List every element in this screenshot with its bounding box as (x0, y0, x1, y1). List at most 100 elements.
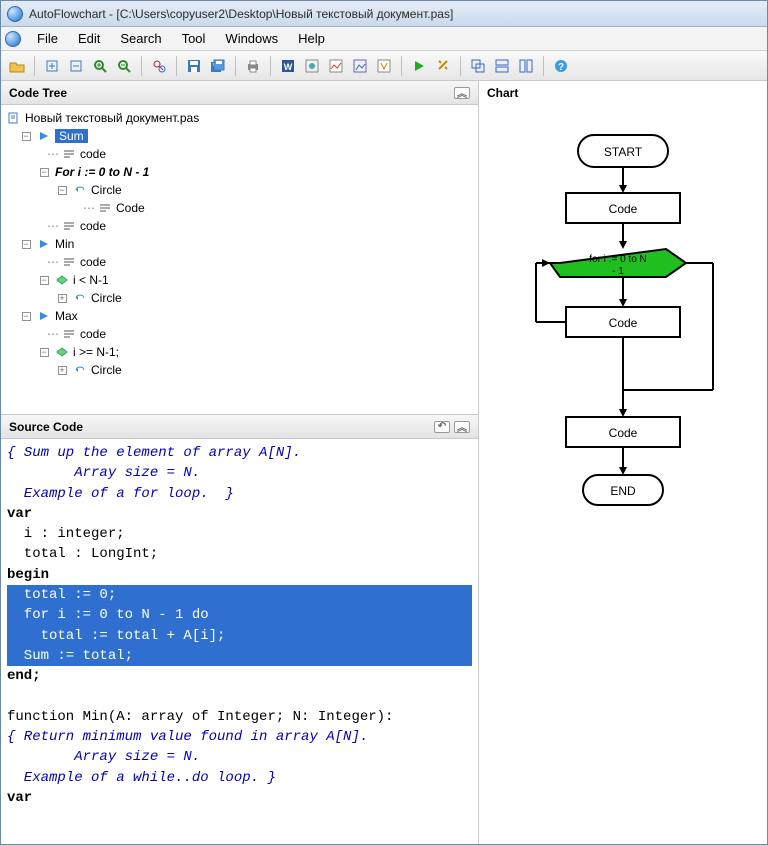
tree-code-label: code (80, 219, 106, 233)
tree-node-circle[interactable]: + Circle (7, 361, 474, 379)
codetree-title: Code Tree (9, 86, 67, 100)
export-image-button[interactable] (326, 56, 346, 76)
svg-text:W: W (284, 62, 293, 72)
condition-icon (55, 273, 69, 287)
flowchart-canvas[interactable]: START Code for i := 0 to N - 1 (479, 105, 767, 844)
open-button[interactable] (7, 56, 27, 76)
tree-circle-label: Circle (91, 183, 122, 197)
src-line: Array size = N. (7, 749, 200, 765)
expand-icon[interactable]: − (22, 132, 31, 141)
run-button[interactable] (409, 56, 429, 76)
menu-help[interactable]: Help (288, 29, 335, 48)
tree-node-circle[interactable]: + Circle (7, 289, 474, 307)
arrow-icon (37, 309, 51, 323)
menu-file[interactable]: File (27, 29, 68, 48)
collapse-icon[interactable]: ︽ (454, 421, 470, 433)
src-line: { Return minimum value found in array A[… (7, 729, 368, 745)
zoom-out-button[interactable] (114, 56, 134, 76)
src-line: function Min(A: array of Integer; N: Int… (7, 709, 393, 725)
menu-edit[interactable]: Edit (68, 29, 110, 48)
menu-search[interactable]: Search (110, 29, 171, 48)
window-title: AutoFlowchart - [C:\Users\copyuser2\Desk… (29, 7, 453, 21)
layout-tile-h-button[interactable] (492, 56, 512, 76)
save-button[interactable] (184, 56, 204, 76)
separator (235, 56, 236, 76)
find-button[interactable] (149, 56, 169, 76)
expand-icon[interactable]: − (58, 186, 67, 195)
source-panel: Source Code ↶ ︽ { Sum up the element of … (1, 415, 478, 844)
separator (460, 56, 461, 76)
settings-button[interactable] (433, 56, 453, 76)
tree-cond-min-label: i < N-1 (73, 273, 109, 287)
tree-connector: ⋯ (47, 147, 58, 161)
menu-tool[interactable]: Tool (172, 29, 216, 48)
help-button[interactable]: ? (551, 56, 571, 76)
src-line-selected: total := 0; (7, 585, 472, 605)
tree-node-cond-max[interactable]: − i >= N-1; (7, 343, 474, 361)
expand-icon[interactable]: − (40, 276, 49, 285)
src-line: i : integer; (7, 526, 125, 542)
zoom-in-button[interactable] (90, 56, 110, 76)
expand-button[interactable] (42, 56, 62, 76)
main-area: Code Tree ︽ Новый текстовый документ.pas… (1, 81, 767, 844)
chart-title: Chart (487, 86, 518, 100)
chart-code-label: Code (609, 316, 638, 330)
tree-node-max[interactable]: − Max (7, 307, 474, 325)
arrow-icon (37, 129, 51, 143)
menu-windows[interactable]: Windows (215, 29, 288, 48)
source-title: Source Code (9, 420, 83, 434)
src-line: total : LongInt; (7, 546, 158, 562)
tree-node-sum[interactable]: − Sum (7, 127, 474, 145)
chart-header: Chart (479, 81, 767, 105)
collapse-icon[interactable]: + (58, 294, 67, 303)
code-icon (62, 219, 76, 233)
tree-node-code[interactable]: ⋯ code (7, 325, 474, 343)
separator (543, 56, 544, 76)
collapse-button[interactable] (66, 56, 86, 76)
collapse-icon[interactable]: + (58, 366, 67, 375)
save-all-button[interactable] (208, 56, 228, 76)
expand-icon[interactable]: − (22, 240, 31, 249)
separator (270, 56, 271, 76)
export-bmp-button[interactable] (350, 56, 370, 76)
export-svg-button[interactable] (302, 56, 322, 76)
tree-node-min[interactable]: − Min (7, 235, 474, 253)
expand-icon[interactable]: − (40, 168, 49, 177)
tree-root[interactable]: Новый текстовый документ.pas (7, 109, 474, 127)
tree-node-code[interactable]: ⋯ code (7, 217, 474, 235)
expand-icon[interactable]: − (22, 312, 31, 321)
tree-node-for[interactable]: − For i := 0 to N - 1 (7, 163, 474, 181)
titlebar: AutoFlowchart - [C:\Users\copyuser2\Desk… (1, 1, 767, 27)
tree-node-cond-min[interactable]: − i < N-1 (7, 271, 474, 289)
loop-icon (73, 291, 87, 305)
document-icon (7, 111, 21, 125)
tree-code-label: Code (116, 201, 145, 215)
undo-icon[interactable]: ↶ (434, 421, 450, 433)
code-icon (62, 255, 76, 269)
tree-sum-label: Sum (55, 129, 88, 143)
tree-node-circle[interactable]: − Circle (7, 181, 474, 199)
tree-circle-label: Circle (91, 291, 122, 305)
export-word-button[interactable]: W (278, 56, 298, 76)
expand-icon[interactable]: − (40, 348, 49, 357)
tree-node-code[interactable]: ⋯ code (7, 145, 474, 163)
src-line: Example of a while..do loop. } (7, 770, 276, 786)
separator (141, 56, 142, 76)
tree-node-code[interactable]: ⋯ code (7, 253, 474, 271)
code-tree[interactable]: Новый текстовый документ.pas − Sum ⋯ cod… (1, 105, 478, 415)
src-line: end; (7, 668, 41, 684)
loop-icon (73, 363, 87, 377)
src-line: begin (7, 567, 49, 583)
src-line: var (7, 506, 32, 522)
tree-connector: ⋯ (47, 255, 58, 269)
layout-tile-v-button[interactable] (516, 56, 536, 76)
layout-cascade-button[interactable] (468, 56, 488, 76)
source-code-editor[interactable]: { Sum up the element of array A[N]. Arra… (1, 439, 478, 844)
tree-circle-label: Circle (91, 363, 122, 377)
tree-node-code[interactable]: ⋯ Code (7, 199, 474, 217)
separator (34, 56, 35, 76)
export-misc-button[interactable] (374, 56, 394, 76)
chart-end-label: END (610, 484, 636, 498)
collapse-icon[interactable]: ︽ (454, 87, 470, 99)
print-button[interactable] (243, 56, 263, 76)
